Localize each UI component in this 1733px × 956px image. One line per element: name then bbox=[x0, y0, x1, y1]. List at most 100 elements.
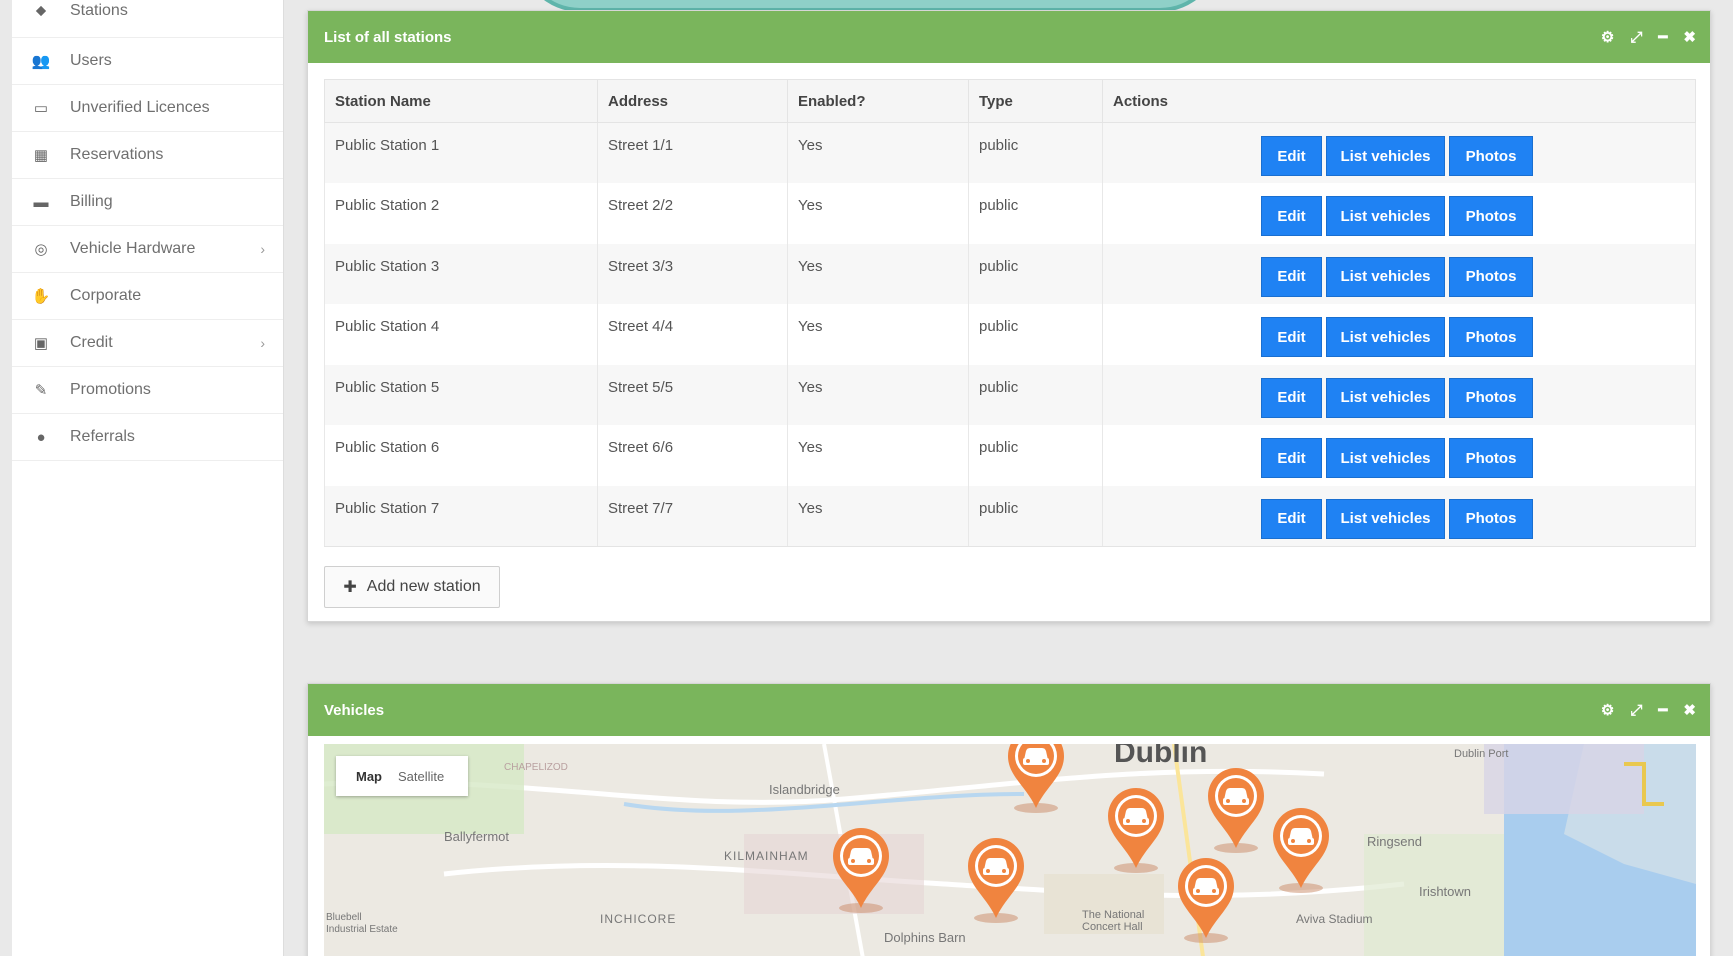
table-row: Public Station 5 Street 5/5 Yes public Edit L… bbox=[324, 364, 1696, 425]
list-vehicles-button[interactable]: List vehicles bbox=[1326, 498, 1445, 539]
edit-button[interactable]: Edit bbox=[1261, 438, 1322, 478]
address-cell: Street 7/7 bbox=[597, 485, 788, 547]
photos-button[interactable]: Photos bbox=[1449, 317, 1533, 357]
actions-cell: Edit List vehicles Photos bbox=[1102, 485, 1696, 547]
vehicle-pin-icon[interactable] bbox=[1104, 784, 1168, 874]
actions-cell: Edit List vehicles Photos bbox=[1102, 243, 1696, 304]
edit-button[interactable]: Edit bbox=[1261, 256, 1322, 297]
map-place-label: INCHICORE bbox=[600, 912, 677, 926]
type-cell: public bbox=[968, 243, 1103, 304]
map-place-label: CHAPELIZOD bbox=[504, 762, 568, 773]
close-icon[interactable]: ✖ bbox=[1683, 701, 1696, 719]
enabled-cell: Yes bbox=[787, 364, 969, 425]
actions-cell: Edit List vehicles Photos bbox=[1102, 122, 1696, 183]
map-place-label: Industrial Estate bbox=[326, 924, 398, 935]
gear-icon[interactable]: ⚙ bbox=[1601, 701, 1614, 719]
photos-button[interactable]: Photos bbox=[1449, 136, 1533, 176]
money-icon: ▣ bbox=[33, 335, 49, 352]
map-place-label: Ballyfermot bbox=[444, 829, 510, 844]
list-vehicles-button[interactable]: List vehicles bbox=[1326, 136, 1445, 176]
minimize-icon[interactable]: ━ bbox=[1658, 701, 1667, 719]
photos-button[interactable]: Photos bbox=[1449, 498, 1533, 539]
vehicle-pin-icon[interactable] bbox=[829, 824, 893, 914]
table-row: Public Station 4 Street 4/4 Yes public Edit L… bbox=[324, 304, 1696, 365]
type-cell: public bbox=[968, 364, 1103, 425]
edit-button[interactable]: Edit bbox=[1261, 498, 1322, 539]
sidebar-item[interactable]: 👥 Users bbox=[12, 38, 283, 85]
sidebar-item[interactable]: ▭ Unverified Licences bbox=[12, 85, 283, 132]
map-place-label: KILMAINHAM bbox=[724, 849, 809, 863]
station-name-cell: Public Station 7 bbox=[324, 485, 598, 547]
gear-icon[interactable]: ⚙ bbox=[1601, 28, 1614, 46]
map-marker-icon: ⬥ bbox=[35, 2, 47, 19]
actions-cell: Edit List vehicles Photos bbox=[1102, 304, 1696, 365]
photos-button[interactable]: Photos bbox=[1449, 196, 1533, 236]
column-header: Type bbox=[968, 79, 1103, 123]
expand-icon[interactable]: ⤢ bbox=[1630, 702, 1642, 719]
sidebar-item[interactable]: ▦ Reservations bbox=[12, 132, 283, 179]
map-tab[interactable]: Map bbox=[356, 769, 382, 784]
list-vehicles-button[interactable]: List vehicles bbox=[1326, 196, 1445, 236]
table-header-row: Station Name Address Enabled? Type Actio… bbox=[324, 79, 1696, 123]
pen-icon: ✎ bbox=[34, 382, 48, 399]
photos-button[interactable]: Photos bbox=[1449, 256, 1533, 297]
sidebar: ⬥ Stations 👥 Users ▭ Unverified Licences ▦ Rese… bbox=[12, 0, 284, 956]
sidebar-item-label: Vehicle Hardware bbox=[70, 240, 196, 257]
sidebar-item[interactable]: ▣ Credit › bbox=[12, 320, 283, 367]
edit-button[interactable]: Edit bbox=[1261, 196, 1322, 236]
sidebar-item[interactable]: ⬥ Stations bbox=[12, 0, 283, 38]
vehicle-pin-icon[interactable] bbox=[964, 834, 1028, 924]
edit-button[interactable]: Edit bbox=[1261, 136, 1322, 176]
map-place-label: Dublin Port bbox=[1454, 748, 1509, 760]
photos-button[interactable]: Photos bbox=[1449, 377, 1533, 418]
edit-button[interactable]: Edit bbox=[1261, 377, 1322, 418]
vehicles-map[interactable]: Map Satellite Dublin Islandbridge Ballyf… bbox=[324, 744, 1696, 956]
sidebar-item[interactable]: ✋ Corporate bbox=[12, 273, 283, 320]
vehicle-pin-icon[interactable] bbox=[1269, 804, 1333, 894]
vehicle-pin-icon[interactable] bbox=[1204, 764, 1268, 854]
list-vehicles-button[interactable]: List vehicles bbox=[1326, 377, 1445, 418]
close-icon[interactable]: ✖ bbox=[1683, 28, 1696, 46]
address-cell: Street 1/1 bbox=[597, 122, 788, 183]
type-cell: public bbox=[968, 183, 1103, 244]
add-station-button[interactable]: ✚ Add new station bbox=[324, 566, 500, 608]
add-station-label: Add new station bbox=[366, 578, 481, 595]
address-cell: Street 2/2 bbox=[597, 183, 788, 244]
address-cell: Street 3/3 bbox=[597, 243, 788, 304]
sidebar-item-label: Reservations bbox=[70, 146, 164, 163]
sidebar-item-label: Unverified Licences bbox=[70, 99, 210, 116]
minimize-icon[interactable]: ━ bbox=[1658, 28, 1667, 46]
station-name-cell: Public Station 5 bbox=[324, 364, 598, 425]
enabled-cell: Yes bbox=[787, 243, 969, 304]
stations-panel-header: List of all stations ⚙ ⤢ ━ ✖ bbox=[308, 11, 1710, 63]
list-vehicles-button[interactable]: List vehicles bbox=[1326, 317, 1445, 357]
panel-title: List of all stations bbox=[324, 28, 452, 46]
sidebar-item[interactable]: ✎ Promotions bbox=[12, 367, 283, 414]
vehicle-pin-icon[interactable] bbox=[1004, 744, 1068, 814]
vehicles-panel: Vehicles ⚙ ⤢ ━ ✖ Map Satellite Dublin Is… bbox=[307, 683, 1711, 956]
address-cell: Street 5/5 bbox=[597, 364, 788, 425]
photos-button[interactable]: Photos bbox=[1449, 438, 1533, 478]
map-place-label: Dolphins Barn bbox=[884, 930, 966, 945]
satellite-tab[interactable]: Satellite bbox=[398, 769, 444, 784]
edit-button[interactable]: Edit bbox=[1261, 317, 1322, 357]
enabled-cell: Yes bbox=[787, 304, 969, 365]
sidebar-item[interactable]: ◎ Vehicle Hardware › bbox=[12, 226, 283, 273]
stations-table: Station Name Address Enabled? Type Actio… bbox=[324, 79, 1696, 547]
list-vehicles-button[interactable]: List vehicles bbox=[1326, 256, 1445, 297]
vehicle-pin-icon[interactable] bbox=[1174, 854, 1238, 944]
sidebar-item-label: Promotions bbox=[70, 381, 151, 398]
plus-icon: ✚ bbox=[343, 579, 357, 596]
station-name-cell: Public Station 4 bbox=[324, 304, 598, 365]
type-cell: public bbox=[968, 304, 1103, 365]
enabled-cell: Yes bbox=[787, 122, 969, 183]
sidebar-item[interactable]: ▬ Billing bbox=[12, 179, 283, 226]
map-place-label: Ringsend bbox=[1367, 834, 1422, 849]
expand-icon[interactable]: ⤢ bbox=[1630, 29, 1642, 46]
sidebar-item[interactable]: ● Referrals bbox=[12, 414, 283, 461]
actions-cell: Edit List vehicles Photos bbox=[1102, 425, 1696, 486]
map-place-label: Islandbridge bbox=[769, 782, 840, 797]
list-vehicles-button[interactable]: List vehicles bbox=[1326, 438, 1445, 478]
table-row: Public Station 6 Street 6/6 Yes public Edit L… bbox=[324, 425, 1696, 486]
actions-cell: Edit List vehicles Photos bbox=[1102, 183, 1696, 244]
